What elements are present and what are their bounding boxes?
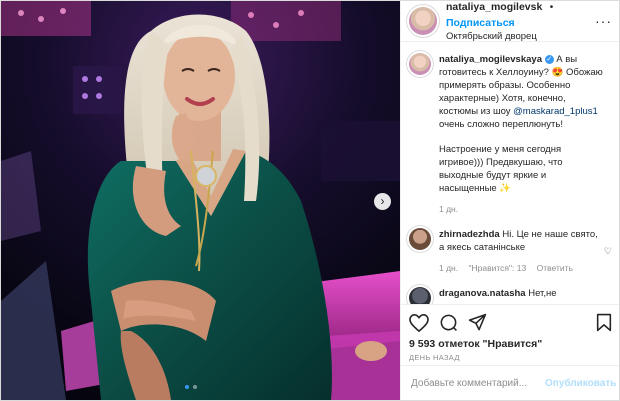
caption-author-avatar[interactable] [409, 53, 431, 75]
post-sidebar: nataliya_mogilevsk • Подписаться Октябрь… [400, 1, 619, 400]
carousel-indicator [185, 385, 197, 389]
bookmark-icon [596, 313, 612, 332]
caption-text-3: Настроение у меня сегодня игривое))) Пре… [439, 144, 563, 194]
comments-list: nataliya_mogilevskaya ✓ А вы готовитесь … [401, 41, 619, 304]
verified-badge-icon: ✓ [544, 55, 554, 64]
more-horizontal-icon: ··· [595, 13, 612, 29]
comment-meta: 1 дн. "Нравится": 13 Ответить [439, 262, 604, 275]
carousel-next-button[interactable]: › [374, 193, 391, 210]
caption-mention-link[interactable]: @maskarad_1plus1 [513, 106, 598, 117]
comment-item: draganova.natasha Нет,не [401, 275, 619, 304]
author-info: nataliya_mogilevsk • Подписаться Октябрь… [446, 1, 612, 44]
author-username[interactable]: nataliya_mogilevsk [446, 1, 542, 13]
caption-time[interactable]: 1 дн. [439, 204, 458, 214]
comment-icon [440, 314, 457, 331]
comment-button[interactable] [439, 313, 458, 332]
comment-input[interactable] [409, 376, 545, 390]
post-photo[interactable]: › [1, 1, 400, 400]
comment-text: Нет,не [525, 288, 557, 299]
separator-dot: • [549, 1, 554, 13]
comment-body: draganova.natasha Нет,не [439, 287, 604, 304]
commenter-avatar[interactable] [409, 228, 431, 250]
caption-comment: nataliya_mogilevskaya ✓ А вы готовитесь … [401, 41, 619, 216]
caption-body: nataliya_mogilevskaya ✓ А вы готовитесь … [439, 53, 604, 216]
commenter-username[interactable]: zhirnadezhda [439, 229, 500, 240]
commenter-username[interactable]: draganova.natasha [439, 288, 526, 299]
commenter-avatar[interactable] [409, 287, 431, 304]
heart-icon [409, 313, 429, 332]
comment-reply-button[interactable]: Ответить [537, 263, 573, 273]
chevron-right-icon: › [380, 194, 385, 208]
share-icon [468, 313, 487, 331]
save-button[interactable] [596, 313, 612, 332]
carousel-dot-active [185, 385, 189, 389]
photo-illustration [1, 1, 400, 400]
caption-text-2: очень сложно переплюнуть! [439, 119, 563, 130]
carousel-dot [193, 385, 197, 389]
more-options-button[interactable]: ··· [595, 13, 612, 29]
caption-username[interactable]: nataliya_mogilevskaya [439, 54, 542, 65]
comment-body: zhirnadezhda Hi. Це не наше свято, а яке… [439, 228, 604, 275]
share-button[interactable] [468, 313, 487, 332]
action-bar [401, 304, 619, 340]
comment-likes[interactable]: "Нравится": 13 [468, 263, 526, 273]
publish-button[interactable]: Опубликовать [545, 378, 616, 389]
comment-time[interactable]: 1 дн. [439, 263, 458, 273]
instagram-post-modal: › nataliya_mogilevsk • Подписаться Октяб… [0, 0, 620, 401]
author-avatar[interactable] [409, 7, 437, 35]
heart-outline-icon: ♡ [603, 246, 612, 256]
comment-like-button[interactable]: ♡ [604, 246, 612, 257]
likes-count[interactable]: 9 593 отметок "Нравится" [409, 338, 542, 350]
comment-item: zhirnadezhda Hi. Це не наше свято, а яке… [401, 216, 619, 275]
post-header: nataliya_mogilevsk • Подписаться Октябрь… [401, 1, 619, 44]
caption-meta: 1 дн. [439, 203, 604, 216]
follow-button[interactable]: Подписаться [446, 17, 515, 29]
add-comment-bar: Опубликовать [401, 365, 619, 400]
like-button[interactable] [409, 313, 429, 332]
post-date[interactable]: ДЕНЬ НАЗАД [409, 353, 460, 362]
